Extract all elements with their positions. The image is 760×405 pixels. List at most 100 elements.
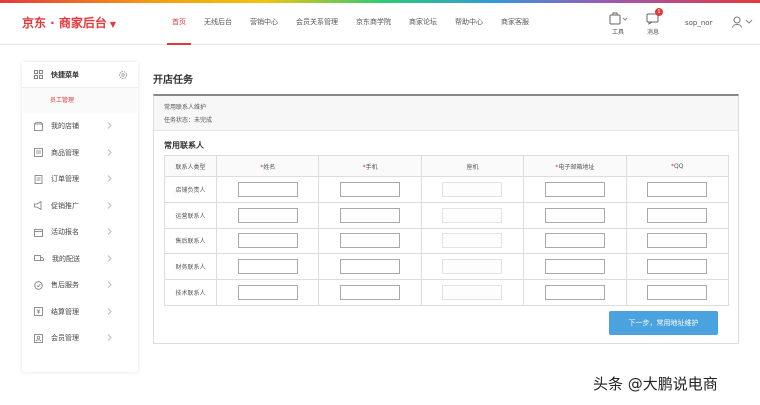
truck-icon	[34, 255, 44, 262]
username[interactable]: sop_nor	[685, 19, 712, 27]
name-input[interactable]	[237, 285, 298, 301]
email-input[interactable]	[544, 181, 605, 197]
sidebar: 快捷菜单 员工管理 我的店铺 商品管理 订单管理 促销推广 活动报名 我的配送	[22, 62, 138, 372]
qq-input[interactable]	[647, 207, 708, 223]
service-icon	[34, 281, 43, 290]
sidebar-item-label: 商品管理	[51, 148, 79, 157]
chevron-right-icon	[107, 148, 112, 156]
sidebar-item-goods[interactable]: 商品管理	[22, 140, 138, 167]
sidebar-item-settlement[interactable]: 结算管理	[22, 299, 138, 326]
sidebar-item-label: 售后服务	[51, 281, 79, 290]
table-row: 财务联系人	[163, 253, 730, 281]
name-input[interactable]	[237, 233, 298, 249]
table-row: 店铺负责人	[163, 176, 730, 203]
sidebar-item-orders[interactable]: 订单管理	[22, 166, 138, 193]
table-header-row: 联系人类型 *姓名 *手机 座机 *电子邮箱地址 *QQ	[163, 155, 730, 177]
contact-type-cell: 运营联系人	[163, 201, 218, 229]
chevron-right-icon	[107, 254, 112, 262]
order-icon	[34, 174, 43, 184]
qq-input[interactable]	[647, 233, 708, 249]
col-landline: 座机	[420, 155, 525, 177]
nav-mobile[interactable]: 无线后台	[195, 3, 241, 45]
task-info: 常用联系人维护 任务状态：未完成	[154, 96, 738, 131]
landline-input[interactable]	[442, 207, 503, 223]
sidebar-item-after-sales[interactable]: 售后服务	[22, 272, 138, 299]
table-row: 技术联系人	[163, 279, 730, 306]
task-name: 常用联系人维护	[164, 104, 207, 111]
caret-down-icon: ▼	[109, 20, 117, 29]
next-step-button[interactable]: 下一步，常用地址维护	[609, 311, 718, 335]
nav-home[interactable]: 首页	[163, 3, 195, 45]
mobile-input[interactable]	[340, 285, 401, 301]
col-contact-type: 联系人类型	[163, 155, 218, 177]
qq-input[interactable]	[647, 259, 708, 275]
qq-input[interactable]	[647, 285, 708, 301]
email-input[interactable]	[544, 285, 605, 301]
grid-icon	[34, 70, 43, 79]
chevron-right-icon	[107, 334, 112, 341]
mobile-input[interactable]	[340, 181, 401, 197]
nav-help[interactable]: 帮助中心	[446, 3, 492, 45]
sidebar-item-label: 活动报名	[51, 228, 79, 237]
mobile-input[interactable]	[340, 259, 401, 275]
name-input[interactable]	[237, 181, 298, 197]
sidebar-item-staff[interactable]: 员工管理	[22, 88, 138, 113]
nav-service[interactable]: 商家客服	[492, 3, 538, 45]
sidebar-item-label: 我的店铺	[51, 122, 79, 131]
nav-forum[interactable]: 商家论坛	[400, 3, 446, 45]
contact-type-cell: 店铺负责人	[163, 176, 218, 203]
email-input[interactable]	[544, 207, 605, 223]
messages-label: 消息	[646, 29, 659, 36]
chevron-right-icon	[107, 122, 112, 129]
col-name: *姓名	[216, 155, 320, 177]
messages-button[interactable]: 1 消息	[640, 8, 666, 36]
brand-logo[interactable]: 京东 · 商家后台 ▼	[22, 14, 116, 31]
quick-menu-title: 快捷菜单	[51, 70, 79, 79]
landline-input[interactable]	[442, 181, 503, 197]
top-header: 京东 · 商家后台 ▼ 首页 无线后台 营销中心 会员关系管理 京东商学院 商家论…	[0, 3, 760, 45]
main-nav: 首页 无线后台 营销中心 会员关系管理 京东商学院 商家论坛 帮助中心 商家客服	[163, 3, 538, 45]
chevron-right-icon	[107, 281, 112, 288]
nav-academy[interactable]: 京东商学院	[347, 3, 400, 45]
landline-input[interactable]	[442, 233, 503, 249]
table-row: 运营联系人	[163, 201, 730, 229]
sidebar-item-label: 结算管理	[51, 307, 79, 316]
contact-type-cell: 技术联系人	[163, 279, 218, 306]
nav-marketing[interactable]: 营销中心	[241, 3, 287, 45]
member-icon	[34, 333, 43, 343]
goods-icon	[34, 148, 43, 158]
contact-type-cell: 财务联系人	[163, 253, 218, 281]
chevron-right-icon	[107, 201, 112, 209]
sidebar-item-shop[interactable]: 我的店铺	[22, 113, 138, 140]
email-input[interactable]	[544, 233, 605, 249]
tools-button[interactable]: 工具	[605, 10, 631, 36]
name-input[interactable]	[237, 207, 298, 223]
message-count-badge: 1	[655, 8, 663, 16]
sidebar-item-label: 促销推广	[51, 201, 79, 210]
landline-input[interactable]	[442, 285, 503, 301]
sidebar-item-label: 会员管理	[51, 334, 79, 343]
landline-input[interactable]	[442, 259, 503, 275]
name-input[interactable]	[237, 259, 298, 275]
col-mobile: *手机	[318, 155, 422, 177]
sidebar-item-promotion[interactable]: 促销推广	[22, 193, 138, 220]
event-icon	[34, 228, 43, 237]
mobile-input[interactable]	[340, 233, 401, 249]
col-email: *电子邮箱地址	[523, 155, 627, 177]
mobile-input[interactable]	[340, 207, 401, 223]
email-input[interactable]	[544, 259, 605, 275]
contact-type-cell: 售后联系人	[163, 227, 218, 255]
sidebar-item-events[interactable]: 活动报名	[22, 219, 138, 246]
settlement-icon	[34, 307, 43, 317]
toolbox-icon	[609, 12, 628, 25]
sidebar-item-members[interactable]: 会员管理	[22, 325, 138, 352]
user-icon[interactable]	[732, 16, 754, 28]
sidebar-item-delivery[interactable]: 我的配送	[22, 246, 138, 273]
nav-crm[interactable]: 会员关系管理	[287, 3, 347, 45]
quick-menu-header: 快捷菜单	[22, 62, 138, 88]
qq-input[interactable]	[647, 181, 708, 197]
chevron-right-icon	[107, 307, 112, 315]
gear-icon[interactable]	[118, 70, 128, 80]
task-panel: 常用联系人维护 任务状态：未完成 常用联系人 联系人类型 *姓名 *手机 座机 …	[153, 94, 739, 344]
task-status: 任务状态：未完成	[164, 117, 213, 124]
